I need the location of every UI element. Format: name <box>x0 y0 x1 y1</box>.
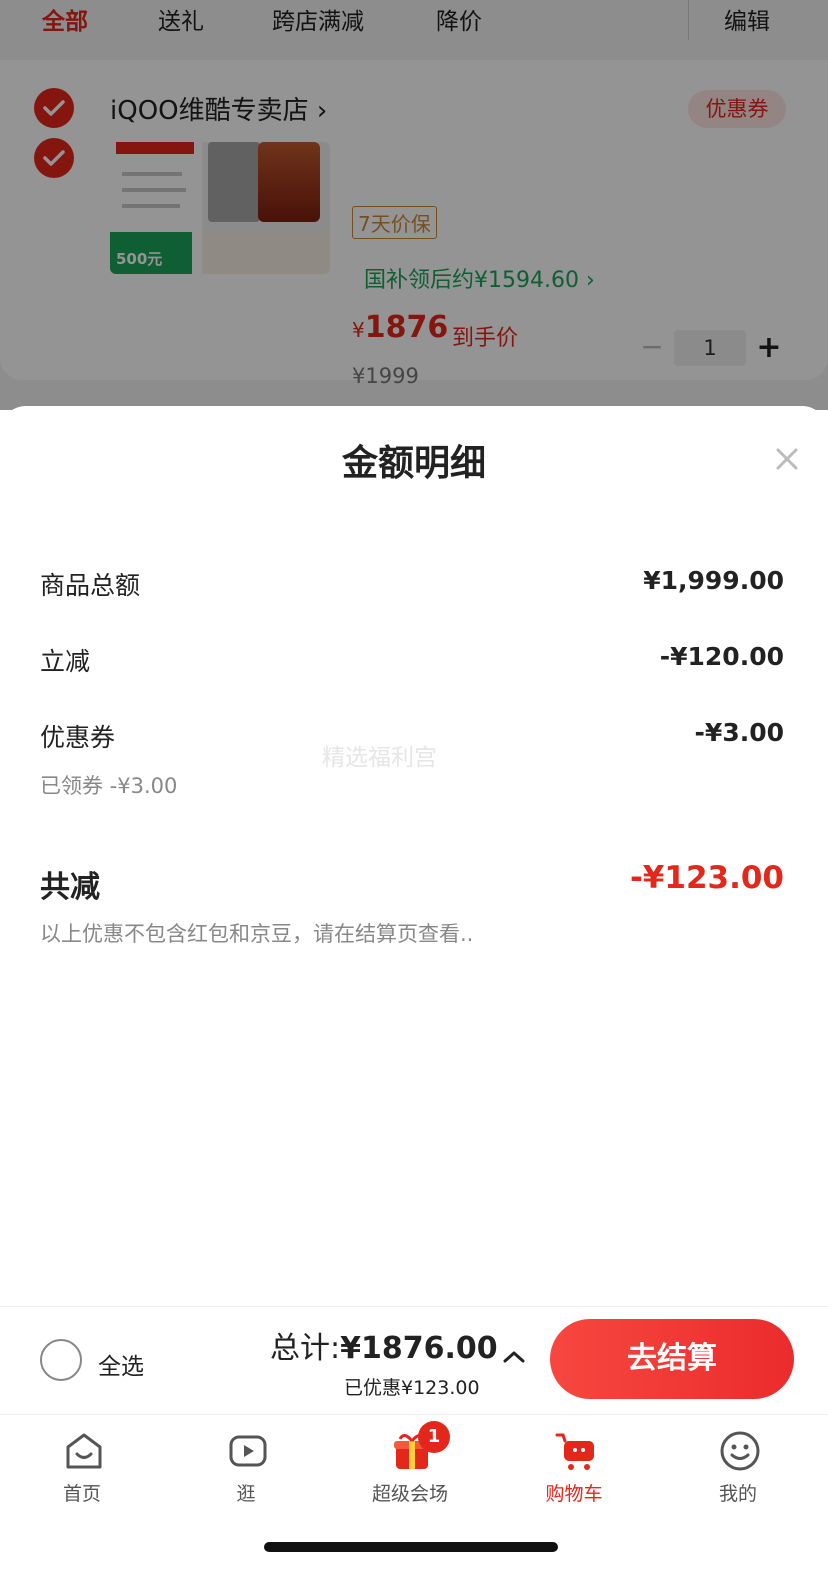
amount-detail-sheet: 金额明细 商品总额 ¥1,999.00 立减 -¥120.00 优惠券 -¥3.… <box>0 406 828 1306</box>
tab-home[interactable]: 首页 <box>22 1421 142 1511</box>
select-all-label[interactable]: 全选 <box>98 1347 144 1381</box>
total-discount-label: 共减 <box>40 870 100 905</box>
select-all-checkbox[interactable] <box>40 1339 82 1381</box>
goods-total-value: ¥1,999.00 <box>643 566 784 595</box>
watermark: 精选福利宫 <box>322 745 437 771</box>
video-icon <box>229 1435 267 1467</box>
tab-super-venue[interactable]: 超级会场 <box>350 1421 470 1511</box>
instant-discount-value: -¥120.00 <box>659 642 784 671</box>
chevron-up-icon[interactable] <box>502 1347 526 1367</box>
tab-profile[interactable]: 我的 <box>678 1421 798 1511</box>
tab-cart[interactable]: 购物车 <box>514 1421 634 1511</box>
profile-icon <box>720 1431 760 1471</box>
notification-badge: 1 <box>418 1421 450 1453</box>
checkout-button[interactable]: 去结算 <box>550 1319 794 1399</box>
close-icon[interactable] <box>772 444 802 474</box>
goods-total-label: 商品总额 <box>40 571 141 600</box>
modal-backdrop[interactable] <box>0 0 828 410</box>
sheet-title: 金额明细 <box>341 443 486 484</box>
coupon-value: -¥3.00 <box>694 718 784 747</box>
coupon-claimed-note: 已领券 -¥3.00 <box>40 774 178 798</box>
home-indicator <box>264 1542 558 1552</box>
instant-discount-label: 立减 <box>40 647 91 676</box>
home-icon <box>66 1433 102 1469</box>
discount-disclaimer: 以上优惠不包含红包和京豆，请在结算页查看.. <box>40 922 474 946</box>
cart-icon <box>555 1433 594 1470</box>
total-discount-value: -¥123.00 <box>629 860 784 896</box>
total-price: 总计:¥1876.00 <box>270 1331 498 1366</box>
coupon-label: 优惠券 <box>40 723 116 752</box>
saved-amount: 已优惠¥123.00 <box>344 1377 480 1399</box>
tab-browse[interactable]: 逛 <box>186 1421 306 1511</box>
bottom-tab-bar: 首页 逛 超级会场 1 购物车 我的 <box>0 1414 828 1524</box>
checkout-bar: 全选 总计:¥1876.00 已优惠¥123.00 去结算 <box>0 1306 828 1414</box>
